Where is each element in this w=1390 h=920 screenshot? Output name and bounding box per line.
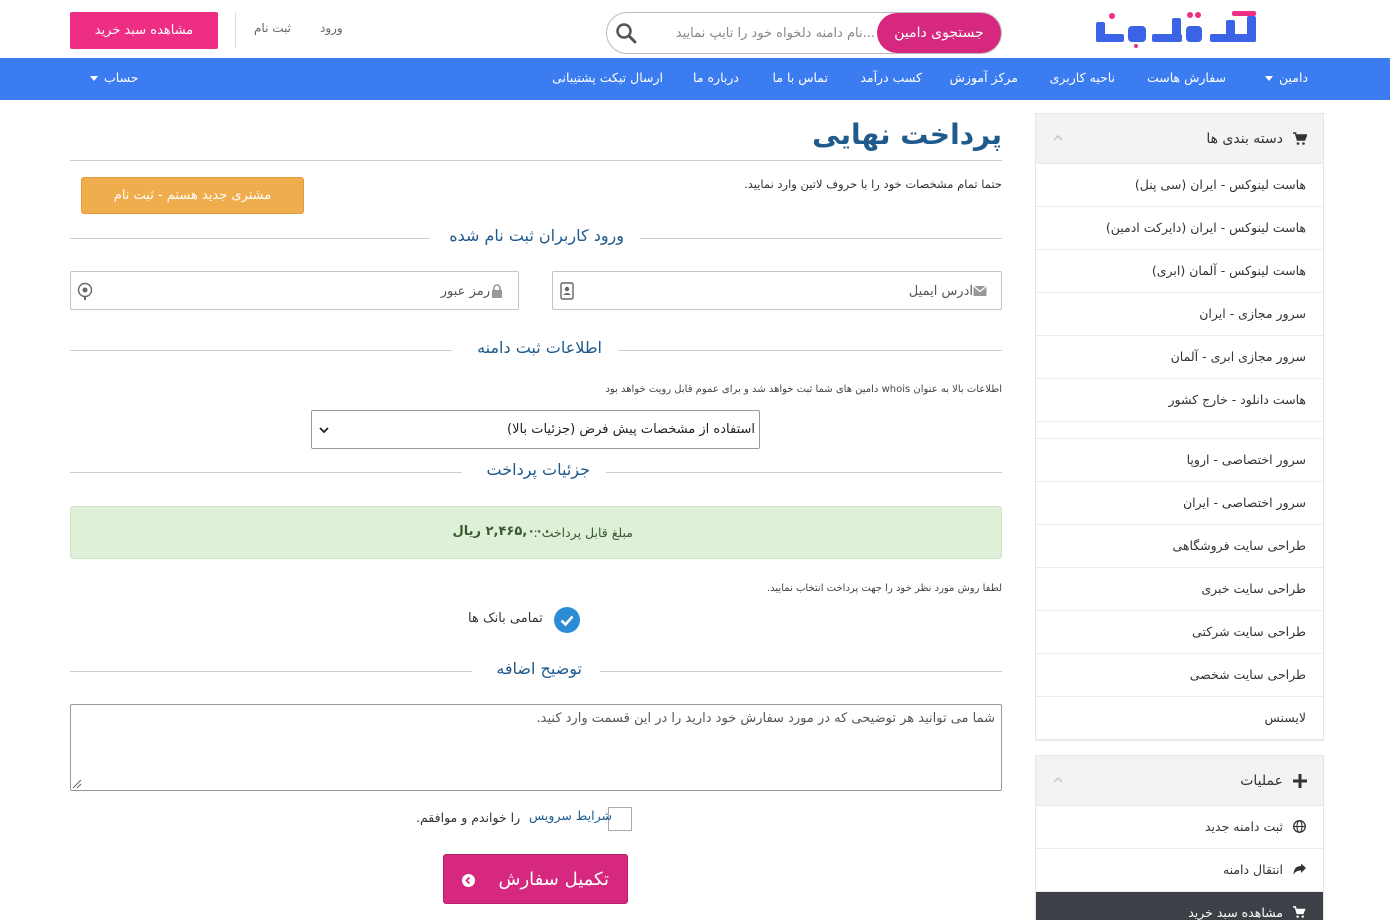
category-item[interactable]: لایسنس [1036,697,1323,740]
category-item[interactable]: طراحی سایت شخصی [1036,654,1323,697]
title-divider [70,160,1002,161]
action-register-domain[interactable]: ثبت دامنه جدید [1036,806,1323,849]
tos-text: را خواندم و موافقم. [416,810,521,825]
section-rule [70,238,430,239]
share-arrow-icon [1293,863,1306,875]
categories-panel: دسته بندی ها هاست لینوکس - ایران (سی پنل… [1035,113,1324,741]
action-transfer-domain[interactable]: انتقال دامنه [1036,849,1323,892]
nav-item-contact[interactable]: تماس با ما [772,70,828,85]
chevron-down-icon [319,427,329,434]
email-field [552,271,1002,310]
actions-panel-header[interactable]: عملیات [1036,756,1323,806]
nav-item-domain[interactable]: دامین [1259,70,1308,85]
section-title: جزئیات پرداخت [486,460,590,479]
new-customer-button[interactable]: مشتری جدید هستم - ثبت نام [81,177,304,214]
section-title: اطلاعات ثبت دامنه [477,338,602,357]
categories-title: دسته بندی ها [1206,131,1283,147]
category-spacer [1036,422,1323,439]
payable-amount-box: مبلغ قابل پرداخت : ۲,۴۶۵,۰۰۰ ریال [70,506,1002,559]
caret-down-icon [1264,76,1273,81]
search-icon[interactable] [615,22,637,44]
main-nav: دامین سفارش هاست ناحیه کاربری مرکز آموزش… [0,58,1390,100]
actions-title: عملیات [1240,773,1283,789]
domain-contact-select[interactable]: استفاده از مشخصات پیش فرض (جزئیات بالا) [311,410,760,449]
password-key-icon[interactable] [75,281,95,301]
section-rule [70,350,452,351]
check-circle-icon[interactable] [554,607,580,633]
actions-panel: عملیات ثبت دامنه جدید انتقال دامنه مشاهد… [1035,755,1324,920]
category-item[interactable]: سرور اختصاصی - ایران [1036,482,1323,525]
login-section-heading: ورود کاربران ثبت نام شده [70,226,1002,250]
amount-value: ۲,۴۶۵,۰۰۰ ریال [452,524,551,539]
contact-card-icon[interactable] [557,281,577,301]
complete-order-label: تکمیل سفارش [498,869,609,890]
lock-icon [492,284,502,298]
section-rule [600,671,1002,672]
domain-search-button[interactable]: جستجوی دامین [877,13,1001,53]
section-rule [618,350,1002,351]
page-title: پرداخت نهایی [812,118,1002,151]
cart-icon [1293,906,1306,918]
caret-down-icon [90,76,98,81]
login-link[interactable]: ورود [320,21,343,35]
cart-icon [1293,132,1307,145]
chevron-up-icon[interactable] [1052,132,1064,144]
globe-icon [1293,820,1306,833]
categories-panel-header[interactable]: دسته بندی ها [1036,114,1323,164]
chevron-up-icon[interactable] [1052,774,1064,786]
email-input[interactable] [583,278,973,304]
payment-method-option[interactable]: تمامی بانک ها [468,607,580,633]
plus-icon [1293,774,1307,788]
category-item[interactable]: هاست لینوکس - ایران (سی پنل) [1036,164,1323,207]
nav-item-host-order[interactable]: سفارش هاست [1147,70,1226,85]
select-value: استفاده از مشخصات پیش فرض (جزئیات بالا) [507,422,755,437]
nav-item-account[interactable]: حساب [84,70,138,85]
action-view-cart[interactable]: مشاهده سبد خرید [1036,892,1323,920]
complete-order-button[interactable]: تکمیل سفارش [443,854,628,904]
nav-item-about[interactable]: درباره ما [693,70,739,85]
resize-grip-icon[interactable] [72,779,82,789]
domain-info-section-heading: اطلاعات ثبت دامنه [70,338,1002,362]
payment-method-note: لطفا روش مورد نظر خود را جهت پرداخت انتخ… [766,583,1002,594]
whois-note: اطلاعات بالا به عنوان whois دامین های شم… [605,384,1002,395]
category-item[interactable]: سرور مجازی - ایران [1036,293,1323,336]
header-divider [235,12,236,48]
domain-search-input[interactable] [639,17,875,49]
password-input[interactable] [100,278,490,304]
section-rule [70,671,472,672]
section-rule [606,472,1002,473]
nav-item-client-area[interactable]: ناحیه کاربری [1050,70,1115,85]
latin-note: حتما تمام مشخصات خود را با حروف لاتین وا… [744,177,1002,191]
register-link[interactable]: ثبت نام [254,21,291,35]
category-item[interactable]: طراحی سایت خبری [1036,568,1323,611]
password-field [70,271,519,310]
section-title: ورود کاربران ثبت نام شده [449,226,624,245]
tos-link[interactable]: شرایط سرویس [529,808,612,823]
category-item[interactable]: سرور مجازی ابری - آلمان [1036,336,1323,379]
payment-section-heading: جزئیات پرداخت [70,460,1002,484]
notes-section-heading: توضیح اضافه [70,659,1002,683]
category-item[interactable]: طراحی سایت فروشگاهی [1036,525,1323,568]
domain-search-box: جستجوی دامین [606,12,1002,54]
view-cart-button[interactable]: مشاهده سبد خرید [70,12,218,49]
envelope-icon [973,285,987,296]
arrow-circle-left-icon [462,874,475,887]
site-logo[interactable] [1092,10,1262,48]
category-item[interactable]: سرور اختصاصی - اروپا [1036,439,1323,482]
site-header: جستجوی دامین ورود ثبت نام مشاهده سبد خری… [0,0,1390,58]
category-item[interactable]: هاست دانلود - خارج کشور [1036,379,1323,422]
category-item[interactable]: هاست لینوکس - ایران (دایرکت ادمین) [1036,207,1323,250]
category-item[interactable]: طراحی سایت شرکتی [1036,611,1323,654]
section-rule [640,238,1002,239]
payment-method-label: تمامی بانک ها [468,611,543,626]
category-item[interactable]: هاست لینوکس - آلمان (ابری) [1036,250,1323,293]
nav-item-earn[interactable]: کسب درآمد [860,70,922,85]
section-rule [70,472,462,473]
nav-item-support-ticket[interactable]: ارسال تیکت پشتیبانی [552,70,663,85]
nav-item-education[interactable]: مرکز آموزش [950,70,1018,85]
section-title: توضیح اضافه [496,659,582,678]
order-notes-textarea[interactable] [70,704,1002,791]
